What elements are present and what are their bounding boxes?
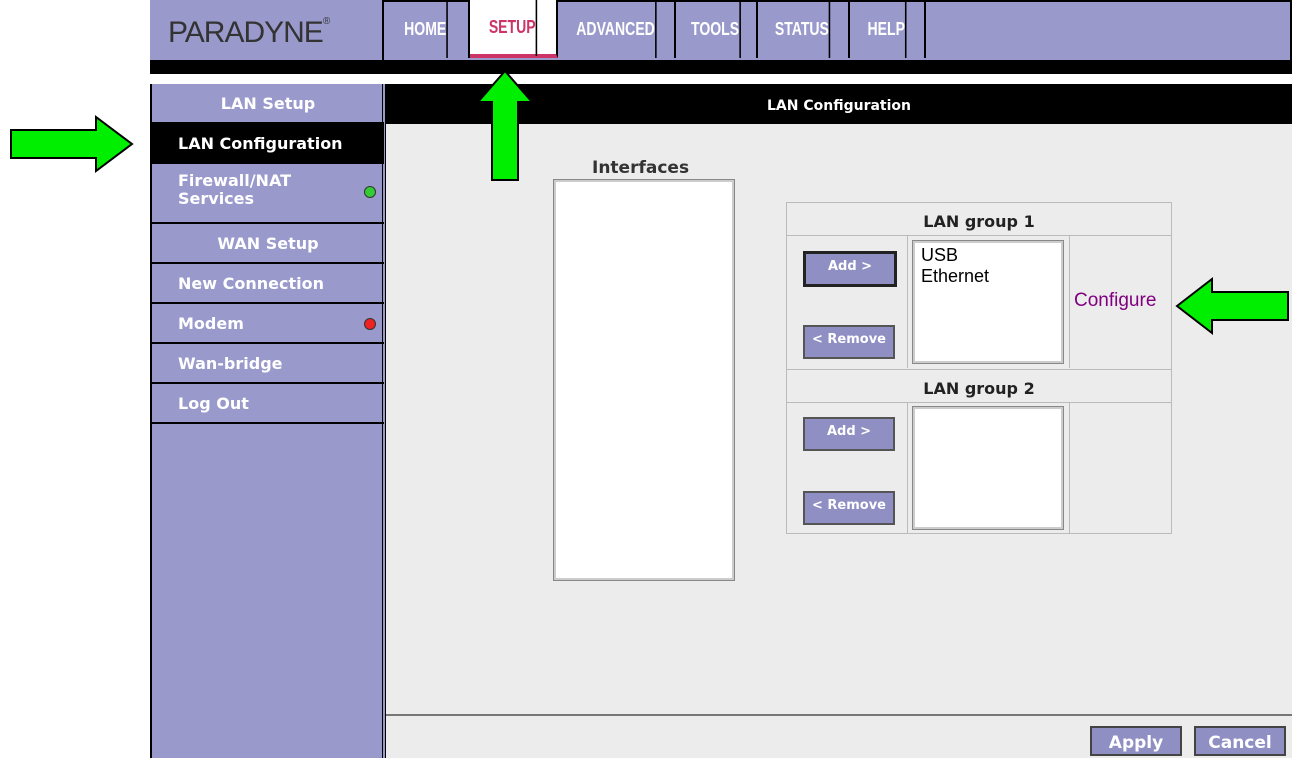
status-red-icon [364, 318, 376, 330]
tab-tools[interactable]: TOOLS [676, 0, 758, 58]
divider [907, 402, 908, 534]
tab-home[interactable]: HOME [384, 0, 470, 58]
sidebar-item-label: Modem [178, 314, 244, 333]
lan-group-2-title: LAN group 2 [787, 369, 1171, 403]
lan-group-1-title: LAN group 1 [787, 203, 1171, 236]
tab-status[interactable]: STATUS [758, 0, 850, 58]
tab-help[interactable]: HELP [850, 0, 926, 58]
configure-link[interactable]: Configure [1074, 290, 1156, 312]
apply-button[interactable]: Apply [1090, 726, 1182, 756]
group1-members-list[interactable]: USB Ethernet [912, 240, 1064, 364]
sidebar: LAN Setup LAN Configuration Firewall/NAT… [150, 84, 386, 758]
sidebar-header-wan-setup: WAN Setup [152, 224, 384, 264]
divider [907, 236, 908, 368]
group2-members-list[interactable] [912, 406, 1064, 530]
list-item[interactable]: USB [921, 245, 1055, 266]
group1-remove-button[interactable]: < Remove [803, 325, 895, 359]
annotation-arrow-left-icon [1175, 276, 1289, 336]
footer-divider [386, 714, 1292, 716]
tab-advanced[interactable]: ADVANCED [558, 0, 676, 58]
group2-add-button[interactable]: Add > [803, 417, 895, 451]
divider [1069, 402, 1070, 534]
main-nav: HOME SETUP ADVANCED TOOLS STATUS HELP [384, 0, 926, 58]
sidebar-header-lan-setup: LAN Setup [152, 84, 384, 124]
tab-help-label: HELP [867, 0, 907, 58]
annotation-arrow-right-icon [10, 115, 134, 173]
sidebar-item-firewall-nat-services[interactable]: Firewall/NAT Services [152, 164, 384, 224]
group2-remove-button[interactable]: < Remove [803, 491, 895, 525]
tab-status-label: STATUS [775, 0, 831, 58]
group1-add-button[interactable]: Add > [803, 251, 897, 287]
sidebar-item-modem[interactable]: Modem [152, 304, 384, 344]
paradyne-logo: PARADYNE® [150, 0, 384, 60]
lan-groups-panel: LAN group 1 Add > < Remove USB Ethernet … [786, 202, 1172, 534]
list-item[interactable]: Ethernet [921, 266, 1055, 287]
interfaces-list[interactable] [553, 179, 735, 581]
header-spacer [152, 74, 382, 84]
tab-setup[interactable]: SETUP [470, 0, 558, 58]
sidebar-item-log-out[interactable]: Log Out [152, 384, 384, 424]
interfaces-label: Interfaces [592, 158, 690, 178]
status-green-icon [364, 186, 376, 198]
sidebar-item-lan-configuration[interactable]: LAN Configuration [152, 124, 384, 164]
tab-home-label: HOME [404, 0, 448, 58]
tab-setup-label: SETUP [489, 0, 538, 56]
sidebar-item-new-connection[interactable]: New Connection [152, 264, 384, 304]
cancel-button[interactable]: Cancel [1194, 726, 1286, 756]
sidebar-item-label: Firewall/NAT Services [178, 171, 291, 208]
divider [1069, 236, 1070, 368]
header-divider [150, 60, 1292, 74]
tab-tools-label: TOOLS [691, 0, 741, 58]
tab-advanced-label: ADVANCED [576, 0, 657, 58]
sidebar-item-wan-bridge[interactable]: Wan-bridge [152, 344, 384, 384]
annotation-arrow-up-icon [475, 69, 535, 181]
